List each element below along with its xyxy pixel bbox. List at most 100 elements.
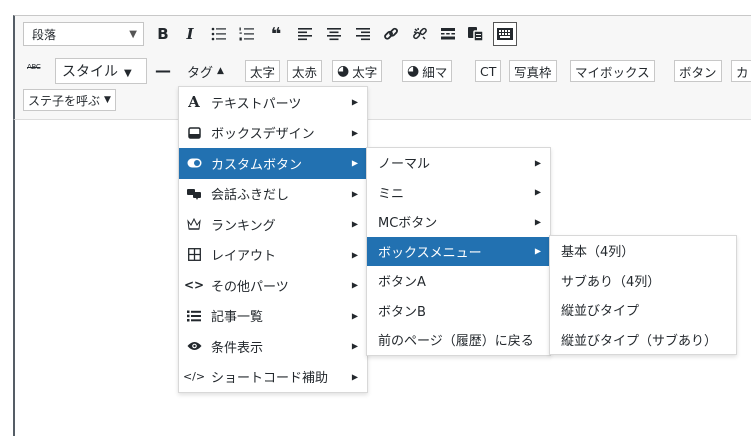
- style-select[interactable]: スタイル ▼: [55, 58, 147, 84]
- button-label: マイボックス: [575, 64, 650, 80]
- menu-item-label: その他パーツ: [211, 279, 289, 295]
- user-circle-icon: ◕: [407, 63, 420, 79]
- editor-toolbar: 段落 ▼ B I ❝ ABC スタイル ▼ — タグ ▲ 太字 太赤 ◕ 太字 …: [13, 16, 751, 120]
- submenu-item-normal[interactable]: ノーマル ▶: [367, 148, 550, 178]
- submenu-item-box-menu[interactable]: ボックスメニュー ▶: [367, 236, 550, 266]
- button-label: 太字: [250, 64, 276, 80]
- menu-item-label: ミニ: [378, 186, 405, 202]
- chevron-right-icon: ▶: [534, 158, 541, 168]
- submenu-item-button-a[interactable]: ボタンA: [367, 266, 550, 296]
- bold-text-button[interactable]: 太字: [245, 60, 281, 82]
- shortcode-select[interactable]: ステ子を呼ぶ ▼: [23, 89, 116, 111]
- italic-icon[interactable]: I: [180, 24, 200, 44]
- crown-icon: [186, 216, 202, 232]
- submenu-item-basic-4col[interactable]: 基本（4列）: [550, 236, 736, 266]
- menu-item-label: ボックスデザイン: [211, 127, 315, 143]
- box-menu-submenu: 基本（4列） サブあり（4列） 縦並びタイプ 縦並びタイプ（サブあり）: [549, 235, 737, 355]
- menu-item-label: 前のページ（履歴）に戻る: [378, 334, 534, 350]
- menu-item-label: カスタムボタン: [211, 157, 303, 173]
- button-label: 写真枠: [514, 64, 552, 80]
- menu-item-speech-bubble[interactable]: 会話ふきだし ▶: [179, 179, 367, 210]
- tag-dropdown-button[interactable]: タグ ▲: [187, 60, 224, 82]
- thin-marker-button[interactable]: ◕ 細マ: [402, 60, 453, 82]
- button-label: 太赤: [292, 64, 318, 80]
- menu-item-label: ショートコード補助: [211, 371, 329, 387]
- horizontal-line-icon[interactable]: —: [155, 61, 171, 80]
- align-right-icon[interactable]: [353, 24, 373, 44]
- toggle-icon: [186, 155, 202, 171]
- chevron-right-icon: ▶: [351, 372, 358, 382]
- box-icon: [186, 125, 202, 141]
- menu-item-shortcode-helper[interactable]: </> ショートコード補助 ▶: [179, 362, 367, 393]
- read-more-icon[interactable]: [438, 24, 458, 44]
- strikethrough-icon[interactable]: ABC: [27, 63, 41, 71]
- chevron-right-icon: ▶: [351, 219, 358, 229]
- chevron-right-icon: ▶: [351, 97, 358, 107]
- bold-marker-button[interactable]: ◕ 太字: [332, 60, 383, 82]
- menu-item-label: 縦並びタイプ: [561, 304, 640, 320]
- unlink-icon[interactable]: [410, 24, 430, 44]
- button-label: カ: [736, 64, 749, 80]
- submenu-item-mini[interactable]: ミニ ▶: [367, 178, 550, 208]
- menu-item-label: 会話ふきだし: [211, 188, 290, 204]
- my-box-button[interactable]: マイボックス: [570, 60, 655, 82]
- custom-button-submenu: ノーマル ▶ ミニ ▶ MCボタン ▶ ボックスメニュー ▶ ボタンA ボタンB 前のペ…: [366, 147, 551, 356]
- style-select-value: スタイル: [62, 64, 118, 80]
- speech-bubble-icon: [186, 186, 202, 202]
- link-icon[interactable]: [381, 24, 401, 44]
- format-select[interactable]: 段落 ▼: [23, 22, 144, 46]
- menu-item-ranking[interactable]: ランキング ▶: [179, 209, 367, 240]
- button-label: 細マ: [422, 64, 448, 80]
- chevron-right-icon: ▶: [534, 187, 541, 197]
- tag-dropdown-label: タグ: [187, 65, 214, 81]
- tag-menu: A テキストパーツ ▶ ボックスデザイン ▶ カスタムボタン ▶ 会話ふきだし …: [178, 86, 368, 393]
- blockquote-icon[interactable]: ❝: [266, 24, 286, 45]
- format-select-value: 段落: [32, 27, 57, 42]
- ct-button[interactable]: CT: [475, 60, 502, 82]
- shortcode-select-value: ステ子を呼ぶ: [28, 93, 101, 108]
- list-icon: [186, 308, 202, 324]
- text-a-icon: A: [188, 93, 200, 112]
- chevron-right-icon: ▶: [351, 189, 358, 199]
- chevron-right-icon: ▶: [534, 246, 541, 256]
- menu-item-conditional-display[interactable]: 条件表示 ▶: [179, 331, 367, 362]
- toolbar-toggle-icon[interactable]: [493, 22, 517, 46]
- bold-red-button[interactable]: 太赤: [287, 60, 323, 82]
- chevron-right-icon: ▶: [351, 158, 358, 168]
- menu-item-label: ボックスメニュー: [378, 245, 482, 261]
- menu-item-article-list[interactable]: 記事一覧 ▶: [179, 301, 367, 332]
- bold-icon[interactable]: B: [153, 24, 173, 44]
- button-label: 太字: [352, 64, 378, 80]
- photo-frame-button[interactable]: 写真枠: [509, 60, 557, 82]
- paste-text-icon[interactable]: [466, 24, 486, 44]
- numbered-list-icon[interactable]: [237, 24, 257, 44]
- submenu-item-back-history[interactable]: 前のページ（履歴）に戻る: [367, 325, 550, 355]
- menu-item-label: サブあり（4列）: [561, 274, 661, 290]
- eye-icon: [186, 338, 202, 354]
- menu-item-label: 縦並びタイプ（サブあり）: [561, 333, 718, 349]
- menu-item-label: ボタンB: [378, 304, 426, 320]
- chevron-right-icon: ▶: [351, 311, 358, 321]
- submenu-item-with-sub-4col[interactable]: サブあり（4列）: [550, 266, 736, 296]
- user-circle-icon: ◕: [337, 63, 350, 79]
- align-center-icon[interactable]: [324, 24, 344, 44]
- submenu-item-button-b[interactable]: ボタンB: [367, 296, 550, 326]
- menu-item-label: テキストパーツ: [211, 96, 302, 112]
- cut-off-button[interactable]: カ: [731, 60, 751, 82]
- menu-item-custom-button[interactable]: カスタムボタン ▶: [179, 148, 367, 179]
- chevron-right-icon: ▶: [351, 128, 358, 138]
- code-slash-icon: </>: [182, 370, 206, 384]
- submenu-item-vertical-with-sub[interactable]: 縦並びタイプ（サブあり）: [550, 325, 736, 355]
- submenu-item-mc-button[interactable]: MCボタン ▶: [367, 207, 550, 237]
- menu-item-layout[interactable]: レイアウト ▶: [179, 240, 367, 271]
- button-button[interactable]: ボタン: [674, 60, 722, 82]
- chevron-down-icon: ▼: [124, 67, 132, 79]
- align-left-icon[interactable]: [295, 24, 315, 44]
- menu-item-other-parts[interactable]: <> その他パーツ ▶: [179, 270, 367, 301]
- menu-item-label: レイアウト: [211, 249, 277, 265]
- menu-item-box-design[interactable]: ボックスデザイン ▶: [179, 118, 367, 149]
- chevron-right-icon: ▶: [351, 280, 358, 290]
- submenu-item-vertical[interactable]: 縦並びタイプ: [550, 295, 736, 325]
- bullet-list-icon[interactable]: [209, 24, 229, 44]
- menu-item-text-parts[interactable]: A テキストパーツ ▶: [179, 87, 367, 118]
